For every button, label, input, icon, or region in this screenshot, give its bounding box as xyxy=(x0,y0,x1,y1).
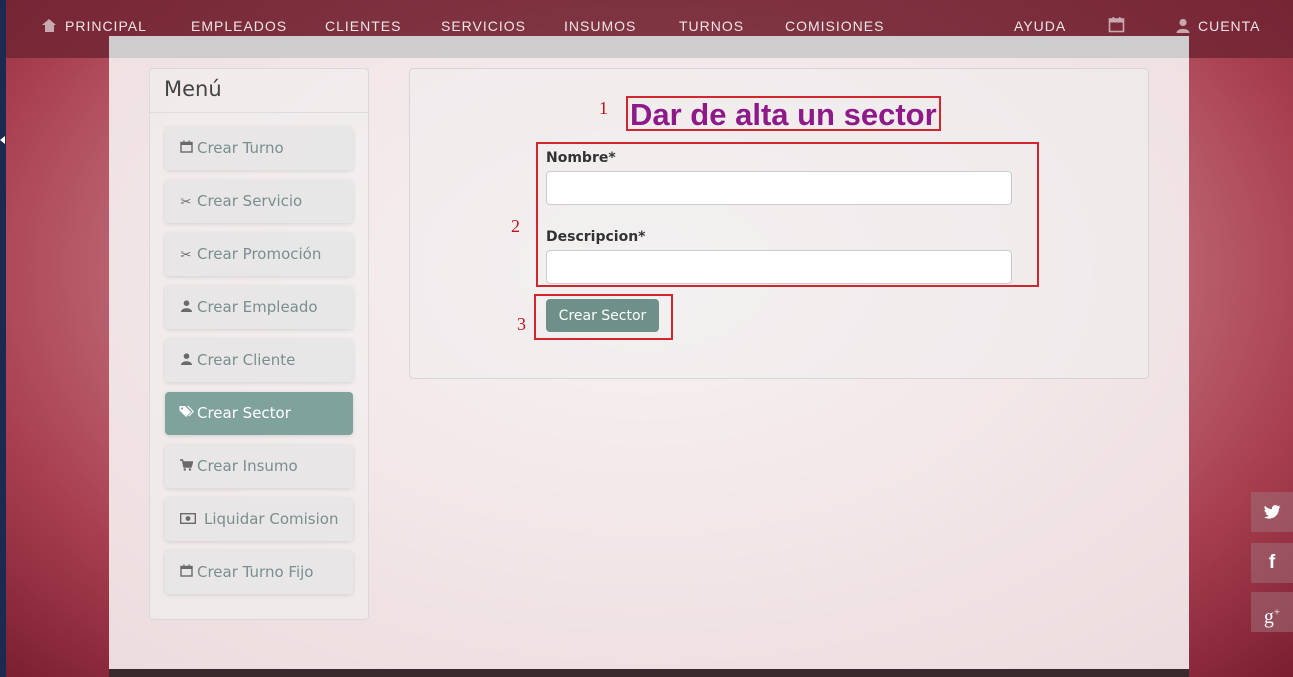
crear-sector-button[interactable]: Crear Sector xyxy=(546,299,659,332)
home-icon xyxy=(42,19,57,32)
nav-clientes[interactable]: CLIENTES xyxy=(325,18,401,34)
menu-item-label: Crear Promoción xyxy=(197,245,322,263)
facebook-icon: f xyxy=(1268,552,1276,573)
collapse-arrow-icon[interactable] xyxy=(0,136,5,144)
nav-calendar[interactable] xyxy=(1108,16,1125,36)
menu-item-label: Crear Insumo xyxy=(197,457,298,475)
nav-turnos[interactable]: TURNOS xyxy=(679,18,744,34)
descripcion-label: Descripcion* xyxy=(546,229,646,245)
nav-principal[interactable]: PRINCIPAL xyxy=(42,18,147,34)
annotation-number-3: 3 xyxy=(517,314,526,334)
google-plus-icon: g+ xyxy=(1263,605,1281,628)
menu-item-crear-turno[interactable]: Crear Turno xyxy=(165,127,353,170)
calendar-icon xyxy=(1108,17,1125,33)
menu-item-label: Crear Cliente xyxy=(197,351,296,369)
page-title: Dar de alta un sector xyxy=(630,97,937,132)
annotation-number-2: 2 xyxy=(511,216,520,236)
nav-empleados[interactable]: EMPLEADOS xyxy=(191,18,287,34)
nav-insumos[interactable]: INSUMOS xyxy=(564,18,636,34)
scissors-icon: ✂ xyxy=(180,248,192,263)
nav-principal-label: PRINCIPAL xyxy=(65,18,147,34)
user-icon xyxy=(179,300,193,316)
nav-servicios[interactable]: SERVICIOS xyxy=(441,18,526,34)
menu-item-label: Crear Servicio xyxy=(197,192,303,210)
cart-icon xyxy=(179,459,194,475)
menu-item-liquidar-comision[interactable]: Liquidar Comision xyxy=(165,498,353,541)
nav-ayuda[interactable]: AYUDA xyxy=(1014,18,1066,34)
nav-comisiones[interactable]: COMISIONES xyxy=(785,18,884,34)
calendar-icon xyxy=(179,564,193,581)
google-plus-button[interactable]: g+ xyxy=(1251,592,1293,632)
panel-bottom-bar xyxy=(109,669,1189,677)
user-icon xyxy=(179,353,193,369)
menu-item-label: Crear Empleado xyxy=(197,298,318,316)
nombre-input[interactable] xyxy=(546,171,1012,205)
menu-title: Menú xyxy=(150,69,368,113)
calendar-icon xyxy=(179,140,193,157)
menu-item-crear-sector[interactable]: Crear Sector xyxy=(165,392,353,435)
nav-cuenta[interactable]: CUENTA xyxy=(1176,18,1261,34)
menu-item-crear-cliente[interactable]: Crear Cliente xyxy=(165,339,353,382)
menu-item-crear-turno-fijo[interactable]: Crear Turno Fijo xyxy=(165,551,353,594)
user-icon xyxy=(1176,18,1190,33)
nav-cuenta-label: CUENTA xyxy=(1198,18,1261,34)
panel-top-bar xyxy=(109,36,1189,58)
menu-item-crear-insumo[interactable]: Crear Insumo xyxy=(165,445,353,488)
menu-item-label: Crear Turno Fijo xyxy=(197,563,314,581)
menu-item-crear-servicio[interactable]: ✂ Crear Servicio xyxy=(165,180,353,223)
menu-item-label: Liquidar Comision xyxy=(204,510,339,528)
scissors-icon: ✂ xyxy=(180,195,192,210)
twitter-button[interactable] xyxy=(1251,492,1293,532)
twitter-icon xyxy=(1263,505,1280,519)
tags-icon xyxy=(179,405,194,422)
left-window-edge xyxy=(0,0,6,677)
menu-item-crear-empleado[interactable]: Crear Empleado xyxy=(165,286,353,329)
annotation-number-1: 1 xyxy=(599,98,608,118)
menu-item-label: Crear Sector xyxy=(197,404,291,422)
menu-item-crear-promocion[interactable]: ✂ Crear Promoción xyxy=(165,233,353,276)
money-icon xyxy=(179,512,196,528)
nombre-label: Nombre* xyxy=(546,150,616,166)
descripcion-input[interactable] xyxy=(546,250,1012,284)
facebook-button[interactable]: f xyxy=(1251,543,1293,583)
side-menu: Menú Crear Turno ✂ Crear Servicio ✂ Crear … xyxy=(149,68,369,620)
menu-item-label: Crear Turno xyxy=(197,139,284,157)
